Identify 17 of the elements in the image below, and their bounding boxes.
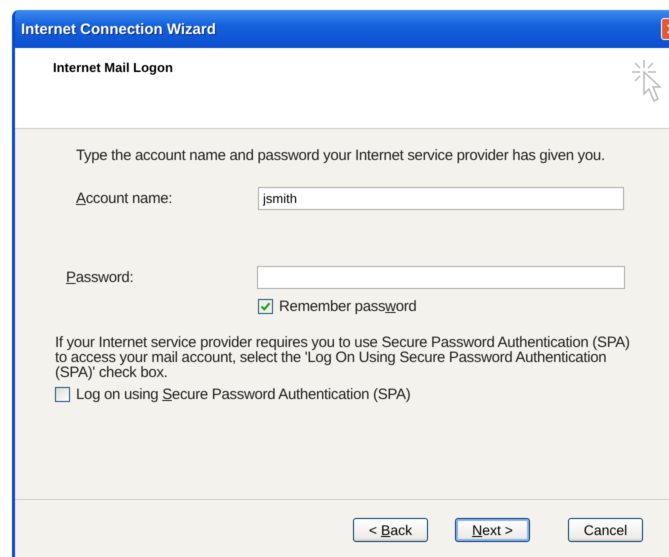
checkbox[interactable]: [55, 387, 70, 402]
text-field[interactable]: [257, 266, 625, 289]
remember-password-checkbox[interactable]: Remember password: [258, 298, 669, 315]
field-label: Password:: [66, 269, 134, 286]
window-title: Internet Connection Wizard: [21, 20, 216, 38]
field-label: Account name:: [76, 190, 174, 207]
checkbox[interactable]: [258, 299, 273, 314]
checkbox-label: Remember password: [279, 298, 416, 315]
text-field[interactable]: jsmith: [258, 187, 624, 210]
spa-note-text: If your Internet service provider requires you to use Secure Password Authentication (SPA) to access your mail account, select the 'Log On Using Secure Password Authentication (SPA)' check box.: [55, 335, 630, 380]
checkbox-label: Log on using Secure Password Authentication (SPA): [76, 386, 410, 403]
instruction-text: Type the account name and password your Internet service provider has given you.: [76, 147, 606, 164]
wizard-button[interactable]: Cancel: [568, 518, 643, 542]
wizard-button[interactable]: Next >: [455, 518, 530, 542]
spa-checkbox[interactable]: Log on using Secure Password Authentication (SPA): [55, 386, 669, 403]
page-title: Internet Mail Logon: [53, 60, 173, 75]
wizard-button[interactable]: < Back: [353, 518, 428, 542]
